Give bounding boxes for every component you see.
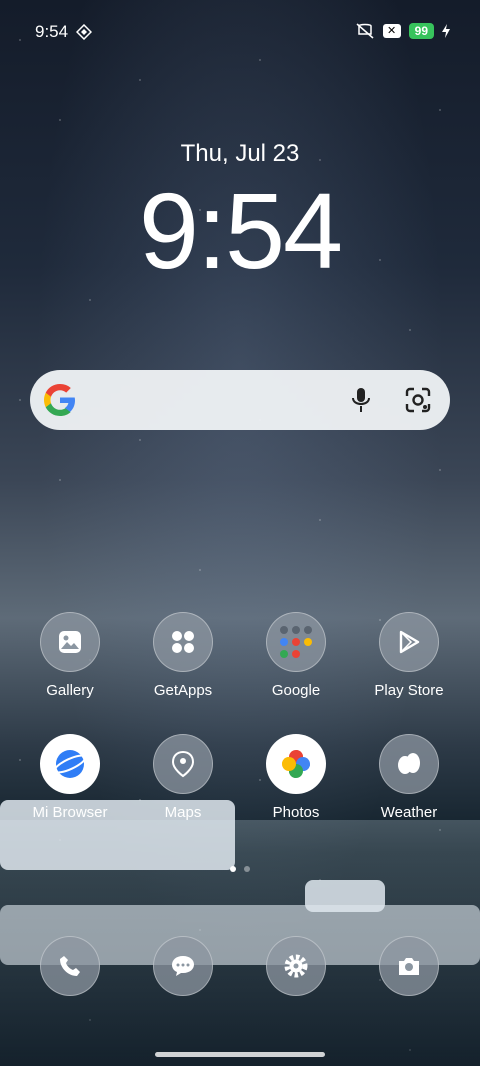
app-photos[interactable]: Photos bbox=[246, 734, 346, 821]
app-getapps[interactable]: GetApps bbox=[133, 612, 233, 699]
lens-icon[interactable] bbox=[404, 386, 432, 414]
x-box-icon: ✕ bbox=[382, 24, 401, 38]
app-mi-browser[interactable]: Mi Browser bbox=[20, 734, 120, 821]
battery-indicator: 99 bbox=[408, 23, 434, 39]
app-maps[interactable]: Maps bbox=[133, 734, 233, 821]
app-label: Weather bbox=[380, 804, 438, 821]
dock-messages[interactable] bbox=[133, 936, 233, 996]
page-dot bbox=[244, 866, 250, 872]
messages-icon bbox=[153, 936, 213, 996]
camera-icon bbox=[379, 936, 439, 996]
app-label: Gallery bbox=[46, 682, 94, 699]
mic-icon[interactable] bbox=[348, 386, 374, 414]
page-indicator bbox=[0, 866, 480, 872]
app-label: Google bbox=[271, 682, 321, 699]
app-label: Play Store bbox=[374, 682, 444, 699]
google-search-bar[interactable] bbox=[30, 370, 450, 430]
status-icons: ✕ 99 bbox=[355, 22, 450, 40]
google-logo-icon bbox=[44, 384, 75, 416]
photos-icon bbox=[266, 734, 326, 794]
weather-icon bbox=[379, 734, 439, 794]
date-text: Thu, Jul 23 bbox=[180, 140, 300, 167]
dock-settings[interactable] bbox=[246, 936, 346, 996]
google-folder-icon bbox=[266, 612, 326, 672]
phone-icon bbox=[40, 936, 100, 996]
getapps-icon bbox=[153, 612, 213, 672]
app-label: Photos bbox=[272, 804, 320, 821]
page-dot-active bbox=[230, 866, 236, 872]
charging-icon bbox=[442, 24, 450, 38]
app-gallery[interactable]: Gallery bbox=[20, 612, 120, 699]
play-store-icon bbox=[379, 612, 439, 672]
diamond-icon bbox=[76, 24, 92, 40]
dock-camera[interactable] bbox=[359, 936, 459, 996]
vibrate-off-icon bbox=[356, 23, 374, 39]
gallery-icon bbox=[40, 612, 100, 672]
gesture-nav-handle[interactable] bbox=[155, 1052, 325, 1057]
maps-icon bbox=[153, 734, 213, 794]
app-play-store[interactable]: Play Store bbox=[359, 612, 459, 699]
status-time: 9:54 bbox=[35, 22, 69, 41]
settings-icon bbox=[266, 936, 326, 996]
dock-phone[interactable] bbox=[20, 936, 120, 996]
clock-widget[interactable]: 9:54 bbox=[0, 168, 480, 293]
app-weather[interactable]: Weather bbox=[359, 734, 459, 821]
status-bar: 9:54 ✕ 99 bbox=[0, 0, 480, 60]
app-label: Maps bbox=[164, 804, 202, 821]
app-label: GetApps bbox=[153, 682, 213, 699]
browser-icon bbox=[40, 734, 100, 794]
app-label: Mi Browser bbox=[32, 804, 108, 821]
app-google-folder[interactable]: Google bbox=[246, 612, 346, 699]
